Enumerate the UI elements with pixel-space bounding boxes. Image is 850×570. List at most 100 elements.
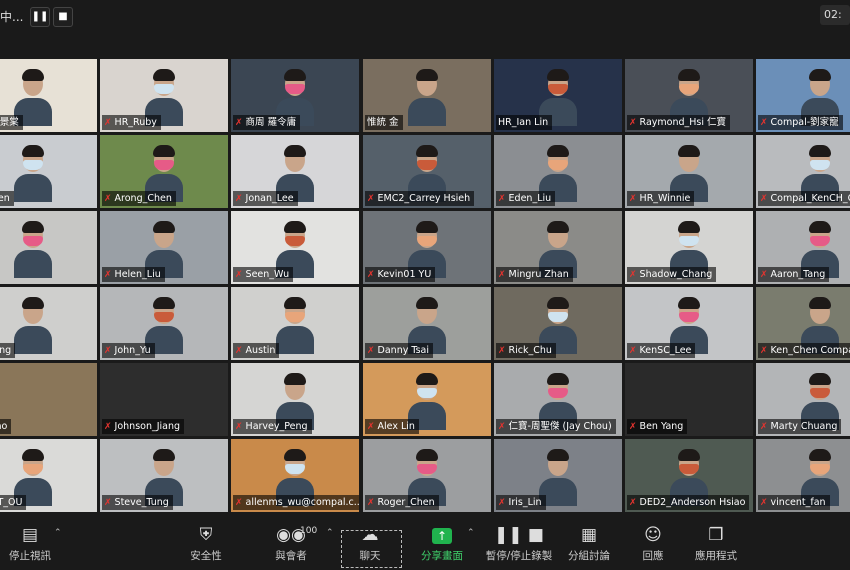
participant-name-tag: ✗ Helen_Liu [102,267,165,282]
participant-video [276,296,314,354]
hair [678,145,700,157]
participant-tile[interactable]: ✗ Aaron_Tang [756,211,850,284]
hair [284,297,306,309]
share-screen-button[interactable]: ↑ 分享畫面 [418,524,466,563]
participant-tile[interactable]: ✗ Marty Chuang [756,363,850,436]
participant-name: Danny Tsai [377,345,430,356]
hair [547,297,569,309]
video-options-caret-icon[interactable]: ⌃ [54,528,62,538]
mic-muted-icon: ✗ [498,498,506,508]
breakout-rooms-button[interactable]: ▦ 分組討論 [567,524,611,563]
participant-tile[interactable]: m Chen [0,135,97,208]
hair [22,297,44,309]
participant-tile[interactable]: ✗ Roger_Chen [363,439,491,512]
participant-tile[interactable]: ✗ Steve_Tung [100,439,228,512]
participant-tile[interactable]: ✗ Danny Tsai [363,287,491,360]
pause-icon[interactable]: ❚❚ [30,7,50,27]
mic-muted-icon: ✗ [235,270,243,280]
stop-video-button[interactable]: ▤ 停止視訊 [4,524,56,563]
participant-tile[interactable]: ✗ Iris_Lin [494,439,622,512]
participant-tile[interactable]: ✗ Raymond_Hsi 仁寶 [625,59,753,132]
participant-tile[interactable]: ✗ 仁寶-周聖傑 (Jay Chou) [494,363,622,436]
share-options-caret-icon[interactable]: ⌃ [467,528,475,538]
participant-name-tag: 宅宇KT_OU [0,495,27,510]
hair [416,373,438,385]
participant-name-tag: ✗ Mingru Zhan [496,267,573,282]
participant-tile[interactable]: ru_yang [0,287,97,360]
mic-muted-icon: ✗ [629,346,637,356]
participants-options-caret-icon[interactable]: ⌃ [326,528,334,538]
participant-name-tag: ✗ Shadow_Chang [627,267,717,282]
participant-tile[interactable]: ✗ KenSC_Lee [625,287,753,360]
mic-muted-icon: ✗ [760,270,768,280]
participant-name: 仁寶-周聖傑 (Jay Chou) [508,421,612,432]
participant-name: ∥鴻 楊景棠 [0,117,19,128]
participant-tile[interactable]: ✗ Compal_KenCH_C [756,135,850,208]
participant-tile[interactable]: ✗ Alex Lin [363,363,491,436]
mic-muted-icon: ✗ [629,270,637,280]
face-mask [154,312,174,322]
participant-name-tag: ru_yang [0,343,16,358]
participant-video [14,220,52,278]
participant-name: vincent_fan [770,497,826,508]
participant-tile[interactable]: ✗ HR_Ruby [100,59,228,132]
participant-tile[interactable]: ✗ 商周 羅令庸 [231,59,359,132]
participant-tile[interactable]: ✗ Mingru Zhan [494,211,622,284]
participant-name-tag: ✗ Seen_Wu [233,267,294,282]
participant-tile[interactable]: ✗ Jonan_Lee [231,135,359,208]
mic-muted-icon: ✗ [367,194,375,204]
participant-tile[interactable]: ✗ Compal-劉家寵 [756,59,850,132]
mic-muted-icon: ✗ [104,422,112,432]
participant-tile[interactable]: ✗ Helen_Liu [100,211,228,284]
participant-tile[interactable]: ✗ John_Yu [100,287,228,360]
face-mask [679,236,699,246]
mic-muted-icon: ✗ [760,422,768,432]
apps-button[interactable]: ❒ 應用程式 [694,524,738,563]
participant-tile[interactable]: ✗ EMC2_Carrey Hsieh [363,135,491,208]
mic-muted-icon: ✗ [498,346,506,356]
participant-tile[interactable]: ✗ Harvey_Peng [231,363,359,436]
participant-tile[interactable]: ✗ Johnson_Jiang [100,363,228,436]
participant-tile[interactable]: ✗ DED2_Anderson Hsiao [625,439,753,512]
participant-tile[interactable]: Yeh [0,211,97,284]
participant-name-tag: ✗ DED2_Anderson Hsiao [627,495,750,510]
participant-tile[interactable]: ✗ Eden_Liu [494,135,622,208]
participant-tile[interactable]: ✗ Austin [231,287,359,360]
mic-muted-icon: ✗ [629,194,637,204]
participant-name-tag: ✗ Jonan_Lee [233,191,298,206]
participant-tile[interactable]: ✗ HR_Winnie [625,135,753,208]
participant-tile[interactable]: ✗ Seen_Wu [231,211,359,284]
hair [809,221,831,233]
hair [153,449,175,461]
participant-name-tag: ✗ Ken_Chen Compa [758,343,850,358]
participant-tile[interactable]: ✗ vincent_fan [756,439,850,512]
participant-tile[interactable]: HR_Ian Lin [494,59,622,132]
participant-tile[interactable]: 惟統 金 [363,59,491,132]
participant-name: Roger_Chen [377,497,435,508]
participant-tile[interactable]: ✗ Arong_Chen [100,135,228,208]
mic-muted-icon: ✗ [104,194,112,204]
participant-tile[interactable]: ∥鴻 楊景棠 [0,59,97,132]
mic-muted-icon: ✗ [629,118,637,128]
participant-tile[interactable]: ✗ Shadow_Chang [625,211,753,284]
participant-name: Raymond_Hsi 仁寶 [639,117,727,128]
hair [284,373,306,385]
participant-name-tag: ✗ Danny Tsai [365,343,434,358]
hair [678,221,700,233]
face-mask [679,464,699,474]
participant-tile[interactable]: ✗ allenms_wu@compal.c... [231,439,359,512]
participant-tile[interactable]: ✗ Rick_Chu [494,287,622,360]
reactions-button[interactable]: ☺ 回應 [638,524,668,563]
participant-tile[interactable]: ✗ Ken_Chen Compa [756,287,850,360]
participant-name: Eden_Liu [508,193,552,204]
participant-name-tag: m Chen [0,191,14,206]
participant-tile[interactable]: ✗ Ben Yang [625,363,753,436]
meeting-top-bar: 中... ❚❚ ■ 02: [0,0,850,32]
stop-icon[interactable]: ■ [53,7,73,27]
participant-tile[interactable]: s Hsiao [0,363,97,436]
participant-name-tag: ✗ Arong_Chen [102,191,176,206]
pause-stop-recording-button[interactable]: ❚❚ ■ 暫停/停止錄製 [484,524,554,563]
participant-tile[interactable]: ✗ Kevin01 YU [363,211,491,284]
security-button[interactable]: ⛨ 安全性 [186,524,226,563]
participant-tile[interactable]: 宅宇KT_OU [0,439,97,512]
